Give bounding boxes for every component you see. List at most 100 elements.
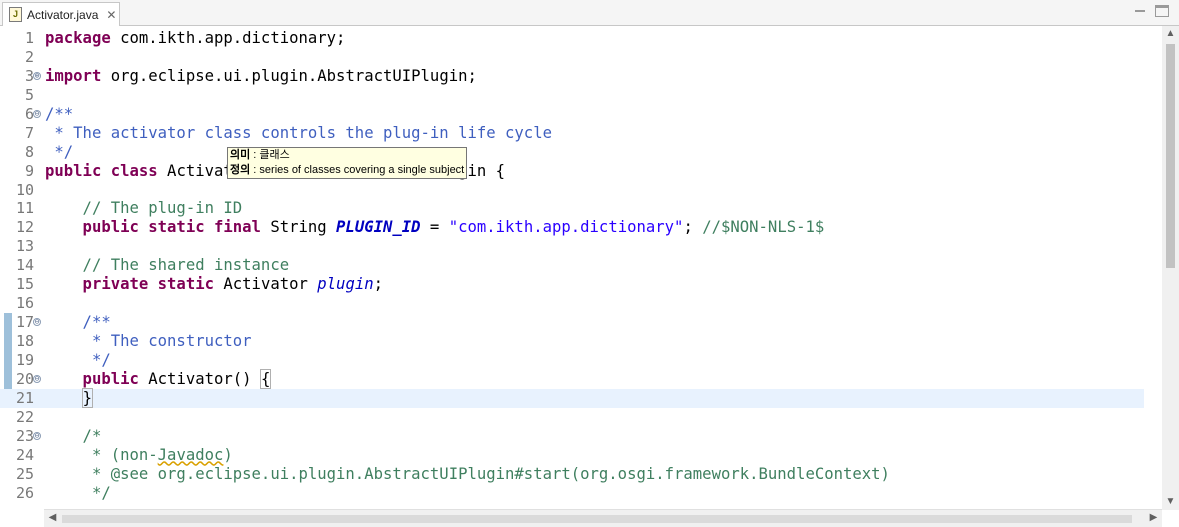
code-line: 19 */: [0, 351, 1144, 370]
editor-tab-bar: J Activator.java ✕: [0, 0, 1179, 26]
tooltip-definition-value: : series of classes covering a single su…: [250, 164, 465, 176]
horizontal-scroll-thumb[interactable]: [62, 515, 1132, 523]
line-number: 25: [15, 464, 34, 483]
scroll-right-icon[interactable]: ▶: [1145, 510, 1162, 526]
comment-text: // The shared instance: [45, 256, 290, 275]
matching-bracket: {: [259, 368, 272, 389]
code-line: 12 public static final String PLUGIN_ID …: [0, 218, 1144, 237]
maximize-icon[interactable]: [1155, 5, 1169, 17]
tooltip-definition-label: 정의: [230, 164, 251, 176]
code-line: 11 // The plug-in ID: [0, 199, 1144, 218]
tooltip-meaning-label: 의미: [230, 149, 251, 161]
string-literal: "com.ikth.app.dictionary": [448, 218, 684, 237]
line-number: 13: [15, 237, 34, 256]
scroll-up-icon[interactable]: ▲: [1162, 26, 1179, 42]
collapse-fold-icon[interactable]: ⊖: [33, 109, 41, 118]
minimize-icon[interactable]: [1133, 5, 1147, 17]
line-number: 22: [15, 407, 34, 426]
tooltip-meaning-row: 의미 : 클래스: [230, 148, 464, 163]
vertical-scrollbar[interactable]: ▲ ▼: [1162, 26, 1179, 510]
line-number: 23: [15, 426, 34, 445]
line-number: 1: [24, 29, 34, 47]
code-line: 22: [0, 408, 1144, 427]
line-number: 7: [24, 123, 34, 142]
line-number: 3: [24, 66, 34, 85]
scroll-down-icon[interactable]: ▼: [1162, 494, 1179, 510]
line-number: 9: [24, 161, 34, 180]
line-number: 11: [15, 199, 34, 218]
vertical-scroll-thumb[interactable]: [1166, 44, 1175, 268]
scroll-left-icon[interactable]: ◀: [44, 510, 61, 526]
collapse-fold-icon[interactable]: ⊖: [33, 318, 41, 327]
comment-text: /*: [45, 426, 102, 445]
tab-activator-java[interactable]: J Activator.java ✕: [2, 2, 120, 26]
static-field: plugin: [317, 275, 374, 294]
code-editor[interactable]: 1 package com.ikth.app.dictionary; 2 3 ⊕ im…: [0, 26, 1179, 527]
line-number: 5: [24, 85, 34, 104]
code-line: 10: [0, 181, 1144, 200]
line-number: 2: [24, 47, 34, 66]
javadoc-text: * The activator class controls the plug-…: [45, 123, 552, 142]
expand-fold-icon[interactable]: ⊕: [33, 71, 41, 80]
code-text: String: [260, 218, 337, 237]
javadoc-text: /**: [45, 104, 74, 123]
code-line: 7 * The activator class controls the plu…: [0, 124, 1144, 143]
horizontal-scrollbar[interactable]: ◀ ▶: [44, 509, 1162, 527]
line-number: 21: [15, 388, 34, 407]
code-line: 2: [0, 48, 1144, 67]
dictionary-tooltip: 의미 : 클래스 정의 : series of classes covering…: [227, 147, 468, 179]
javadoc-text: */: [45, 142, 74, 161]
comment-text: */: [45, 483, 111, 502]
code-line: 23 ⊖ /*: [0, 427, 1144, 446]
comment-text: ): [223, 445, 233, 464]
code-line: 13: [0, 237, 1144, 256]
spelling-warning-word: Javadoc: [157, 445, 224, 464]
current-line[interactable]: 21 }: [0, 387, 1144, 408]
line-number: 20: [15, 369, 34, 388]
keyword: private static: [45, 275, 214, 294]
code-line: 5: [0, 86, 1144, 105]
code-line: 24 * (non-Javadoc): [0, 446, 1144, 465]
code-line: 3 ⊕ import org.eclipse.ui.plugin.AbstractU…: [0, 67, 1144, 86]
line-number: 12: [15, 218, 34, 237]
code-line: 25 * @see org.eclipse.ui.plugin.Abstract…: [0, 465, 1144, 484]
comment-text: //$NON-NLS-1$: [702, 218, 825, 237]
text-cursor: [91, 389, 93, 407]
comment-text: * @see org.eclipse.ui.plugin.AbstractUIP…: [45, 464, 890, 483]
code-text: Activator: [214, 275, 318, 294]
comment-text: // The plug-in ID: [45, 199, 243, 218]
code-lines: 1 package com.ikth.app.dictionary; 2 3 ⊕ im…: [0, 29, 1144, 502]
tooltip-meaning-value: : 클래스: [250, 149, 290, 161]
line-number: 17: [15, 313, 34, 332]
code-text: =: [420, 218, 449, 237]
line-number: 24: [15, 445, 34, 464]
code-line: 18 * The constructor: [0, 332, 1144, 351]
line-number: 26: [15, 483, 34, 502]
keyword: public static final: [45, 218, 261, 237]
javadoc-text: */: [45, 350, 111, 369]
collapse-fold-icon[interactable]: ⊖: [33, 374, 41, 383]
line-number: 8: [24, 142, 34, 161]
tab-label: Activator.java: [27, 7, 99, 22]
code-line: 17 ⊖ /**: [0, 313, 1144, 332]
java-file-icon: J: [9, 7, 22, 22]
line-number: 18: [15, 332, 34, 350]
code-text: ;: [373, 275, 384, 294]
line-number: 10: [15, 180, 34, 199]
keyword: package: [45, 29, 111, 47]
javadoc-text: /**: [45, 313, 111, 332]
line-number: 6: [24, 104, 34, 123]
code-line: 9public class Activator extends Abstract…: [0, 162, 1144, 181]
code-text: org.eclipse.ui.plugin.AbstractUIPlugin;: [101, 66, 477, 85]
matching-bracket: }: [81, 387, 93, 408]
collapse-fold-icon[interactable]: ⊖: [33, 431, 41, 440]
code-line: 6 ⊖ /**: [0, 105, 1144, 124]
code-line: 16: [0, 294, 1144, 313]
tooltip-definition-row: 정의 : series of classes covering a single…: [230, 163, 464, 178]
close-icon[interactable]: ✕: [106, 8, 116, 22]
line-number: 15: [15, 275, 34, 294]
line-number: 16: [15, 294, 34, 313]
code-line: 15 private static Activator plugin;: [0, 275, 1144, 294]
static-field: PLUGIN_ID: [336, 218, 421, 237]
